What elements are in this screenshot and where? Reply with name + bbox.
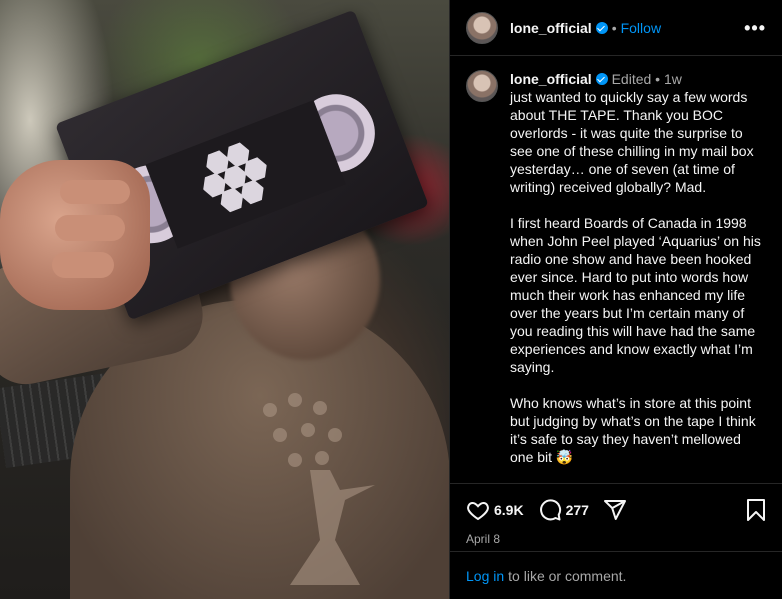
actions-bar: 6.9K 277 April 8 <box>450 483 782 551</box>
heart-icon <box>467 501 489 521</box>
verified-badge-icon <box>595 21 608 34</box>
caption-text: lone_official Edited • 1w just wanted to … <box>510 70 767 466</box>
caption-body: lone_official Edited • 1w just wanted to … <box>510 70 767 482</box>
comment-count: 277 <box>565 502 589 518</box>
more-options-icon[interactable]: ••• <box>744 18 766 39</box>
share-button[interactable] <box>603 498 627 522</box>
login-prompt-text: to like or comment. <box>508 567 627 584</box>
finger <box>52 252 114 278</box>
verified-badge-icon <box>595 73 608 85</box>
post-age[interactable]: 1w <box>664 71 682 87</box>
tape-label <box>145 100 346 249</box>
avatar[interactable] <box>466 11 498 44</box>
separator-dot: • <box>611 19 617 36</box>
login-bar: Log in to like or comment. <box>450 551 782 599</box>
caption-avatar[interactable] <box>466 70 498 102</box>
finger <box>60 180 130 204</box>
finger <box>55 215 125 241</box>
separator-dot: • <box>655 71 661 87</box>
tree-print <box>263 393 375 585</box>
caption-paragraph: I first heard Boards of Canada in 1998 w… <box>510 215 761 375</box>
hand <box>0 160 150 310</box>
follow-button[interactable]: Follow <box>621 20 661 36</box>
share-icon <box>603 500 626 520</box>
post-side-panel: lone_official • Follow ••• lone_official… <box>449 0 782 599</box>
like-button[interactable]: 6.9K <box>466 498 524 522</box>
save-button[interactable] <box>745 498 767 527</box>
comment-button[interactable]: 277 <box>538 498 589 522</box>
like-count[interactable]: 6.9K <box>494 502 524 518</box>
bookmark-icon <box>747 499 765 521</box>
header-username[interactable]: lone_official <box>510 20 592 36</box>
action-row: 6.9K 277 <box>466 496 767 524</box>
login-link[interactable]: Log in <box>466 568 504 584</box>
post-date[interactable]: April 8 <box>466 532 767 546</box>
post-header: lone_official • Follow ••• <box>450 0 782 56</box>
caption-username[interactable]: lone_official <box>510 71 592 87</box>
caption-paragraph-text: just wanted to quickly say a few words a… <box>510 89 754 195</box>
post-photo <box>0 0 449 599</box>
comment-icon <box>539 499 561 521</box>
caption: lone_official Edited • 1w just wanted to … <box>450 56 782 482</box>
edited-label: Edited <box>611 71 652 87</box>
caption-paragraph: lone_official Edited • 1w just wanted to … <box>510 70 767 196</box>
caption-paragraph: Who knows what’s in store at this point … <box>510 395 756 465</box>
